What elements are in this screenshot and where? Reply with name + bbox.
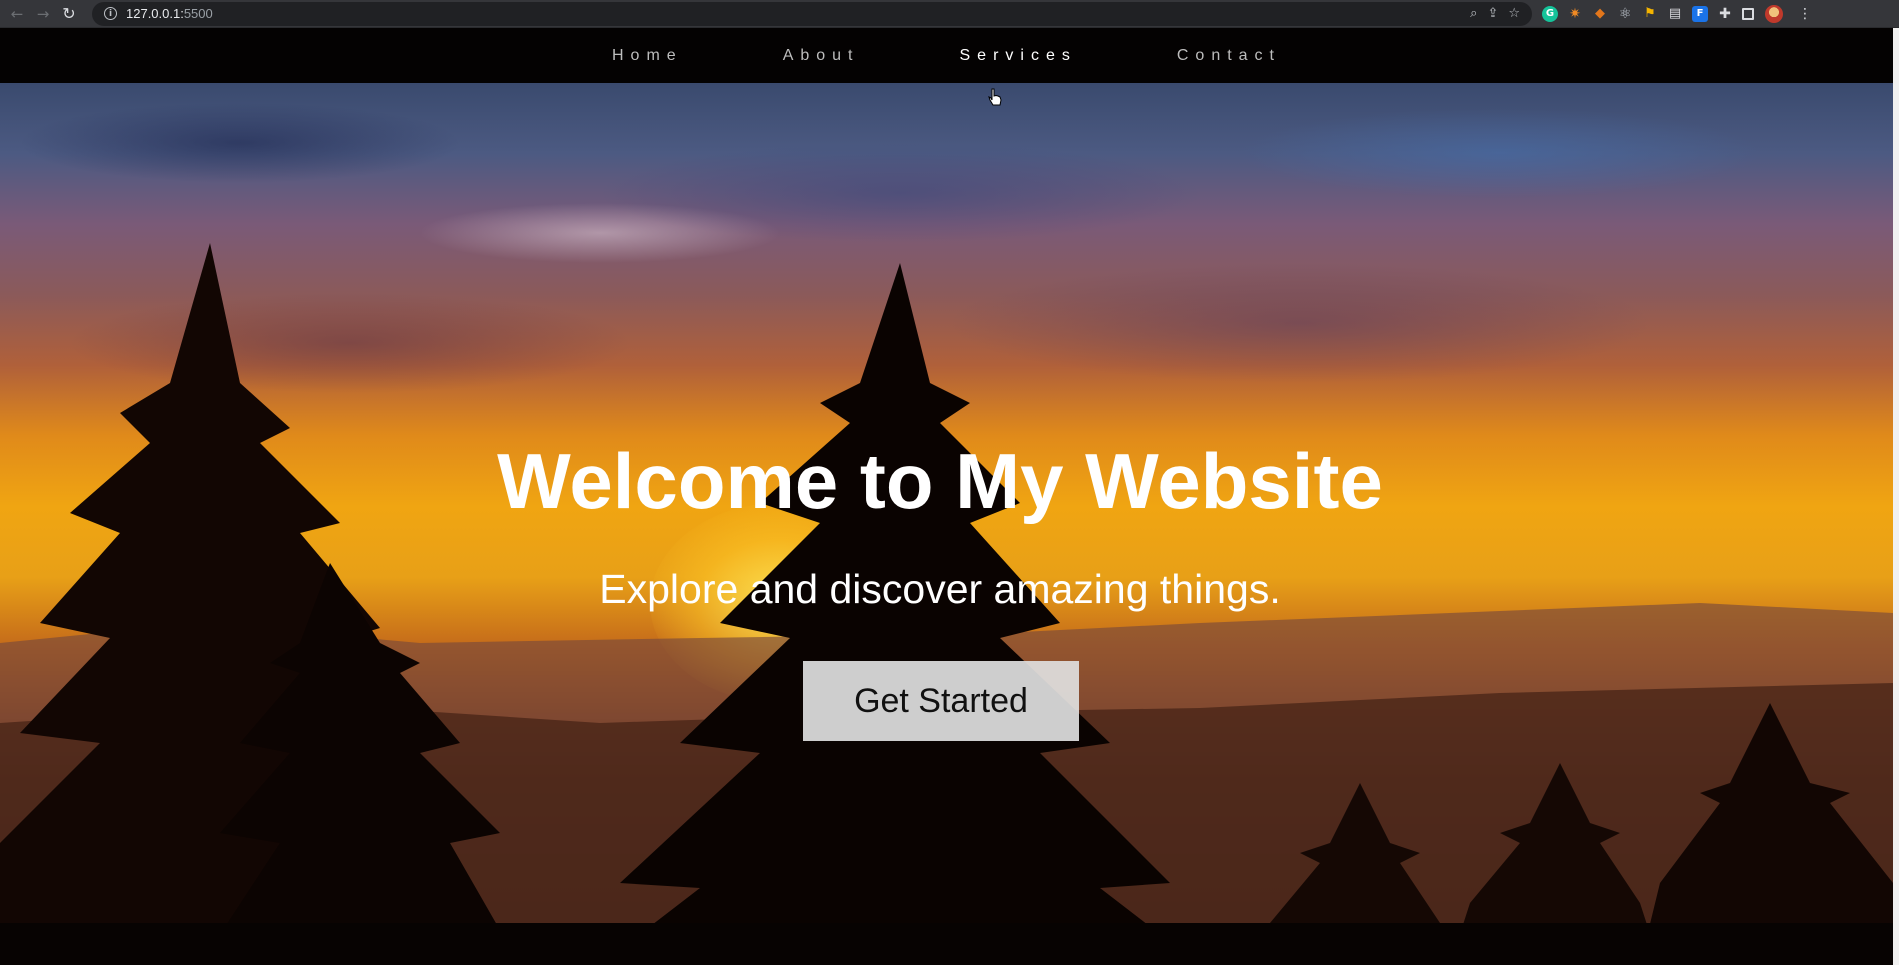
tag-extension-icon[interactable]: ⚑ [1642, 6, 1658, 22]
browser-menu-icon[interactable]: ⋮ [1798, 6, 1812, 22]
zoom-icon[interactable]: ⌕ [1470, 6, 1477, 21]
browser-toolbar: ← → ↻ i 127.0.0.1: 5500 ⌕ ⇪ ☆ G ✷ ◆ ⚛ ⚑ ▤… [0, 0, 1899, 28]
url-port: 5500 [183, 6, 213, 21]
print-extension-icon[interactable]: ▤ [1667, 6, 1683, 22]
react-devtools-icon[interactable]: ⚛ [1617, 6, 1633, 22]
page-viewport: Home About Services Contact Welcome to M… [0, 28, 1893, 965]
bookmark-star-icon[interactable]: ☆ [1508, 6, 1520, 21]
page-scrollbar[interactable] [1893, 28, 1899, 965]
extension-badge-icon[interactable]: F [1692, 5, 1708, 22]
hero-subtitle: Explore and discover amazing things. [599, 566, 1281, 612]
hero-content: Welcome to My Website Explore and discov… [0, 83, 1893, 965]
hero-title: Welcome to My Website [497, 437, 1383, 525]
nav-link-contact[interactable]: Contact [1177, 47, 1281, 65]
nav-link-services[interactable]: Services [960, 47, 1077, 65]
site-navbar: Home About Services Contact [0, 28, 1893, 83]
url-host: 127.0.0.1: [126, 6, 184, 21]
forward-arrow-icon[interactable]: → [30, 2, 56, 26]
sparkle-extension-icon[interactable]: ✷ [1567, 6, 1583, 22]
reload-icon[interactable]: ↻ [56, 2, 82, 26]
side-panel-icon[interactable] [1742, 7, 1754, 20]
site-info-icon[interactable]: i [104, 7, 117, 20]
share-icon[interactable]: ⇪ [1487, 6, 1498, 21]
nav-link-about[interactable]: About [783, 47, 860, 65]
grammarly-extension-icon[interactable]: G [1542, 5, 1558, 22]
back-arrow-icon[interactable]: ← [4, 2, 30, 26]
get-started-button[interactable]: Get Started [803, 661, 1079, 741]
metamask-extension-icon[interactable]: ◆ [1592, 6, 1608, 22]
address-bar[interactable]: i 127.0.0.1: 5500 ⌕ ⇪ ☆ [92, 1, 1532, 26]
profile-avatar[interactable] [1765, 4, 1783, 23]
hand-pointer-cursor-icon [988, 88, 1002, 106]
extensions-puzzle-icon[interactable]: ✚ [1717, 6, 1733, 22]
nav-link-home[interactable]: Home [612, 47, 683, 65]
